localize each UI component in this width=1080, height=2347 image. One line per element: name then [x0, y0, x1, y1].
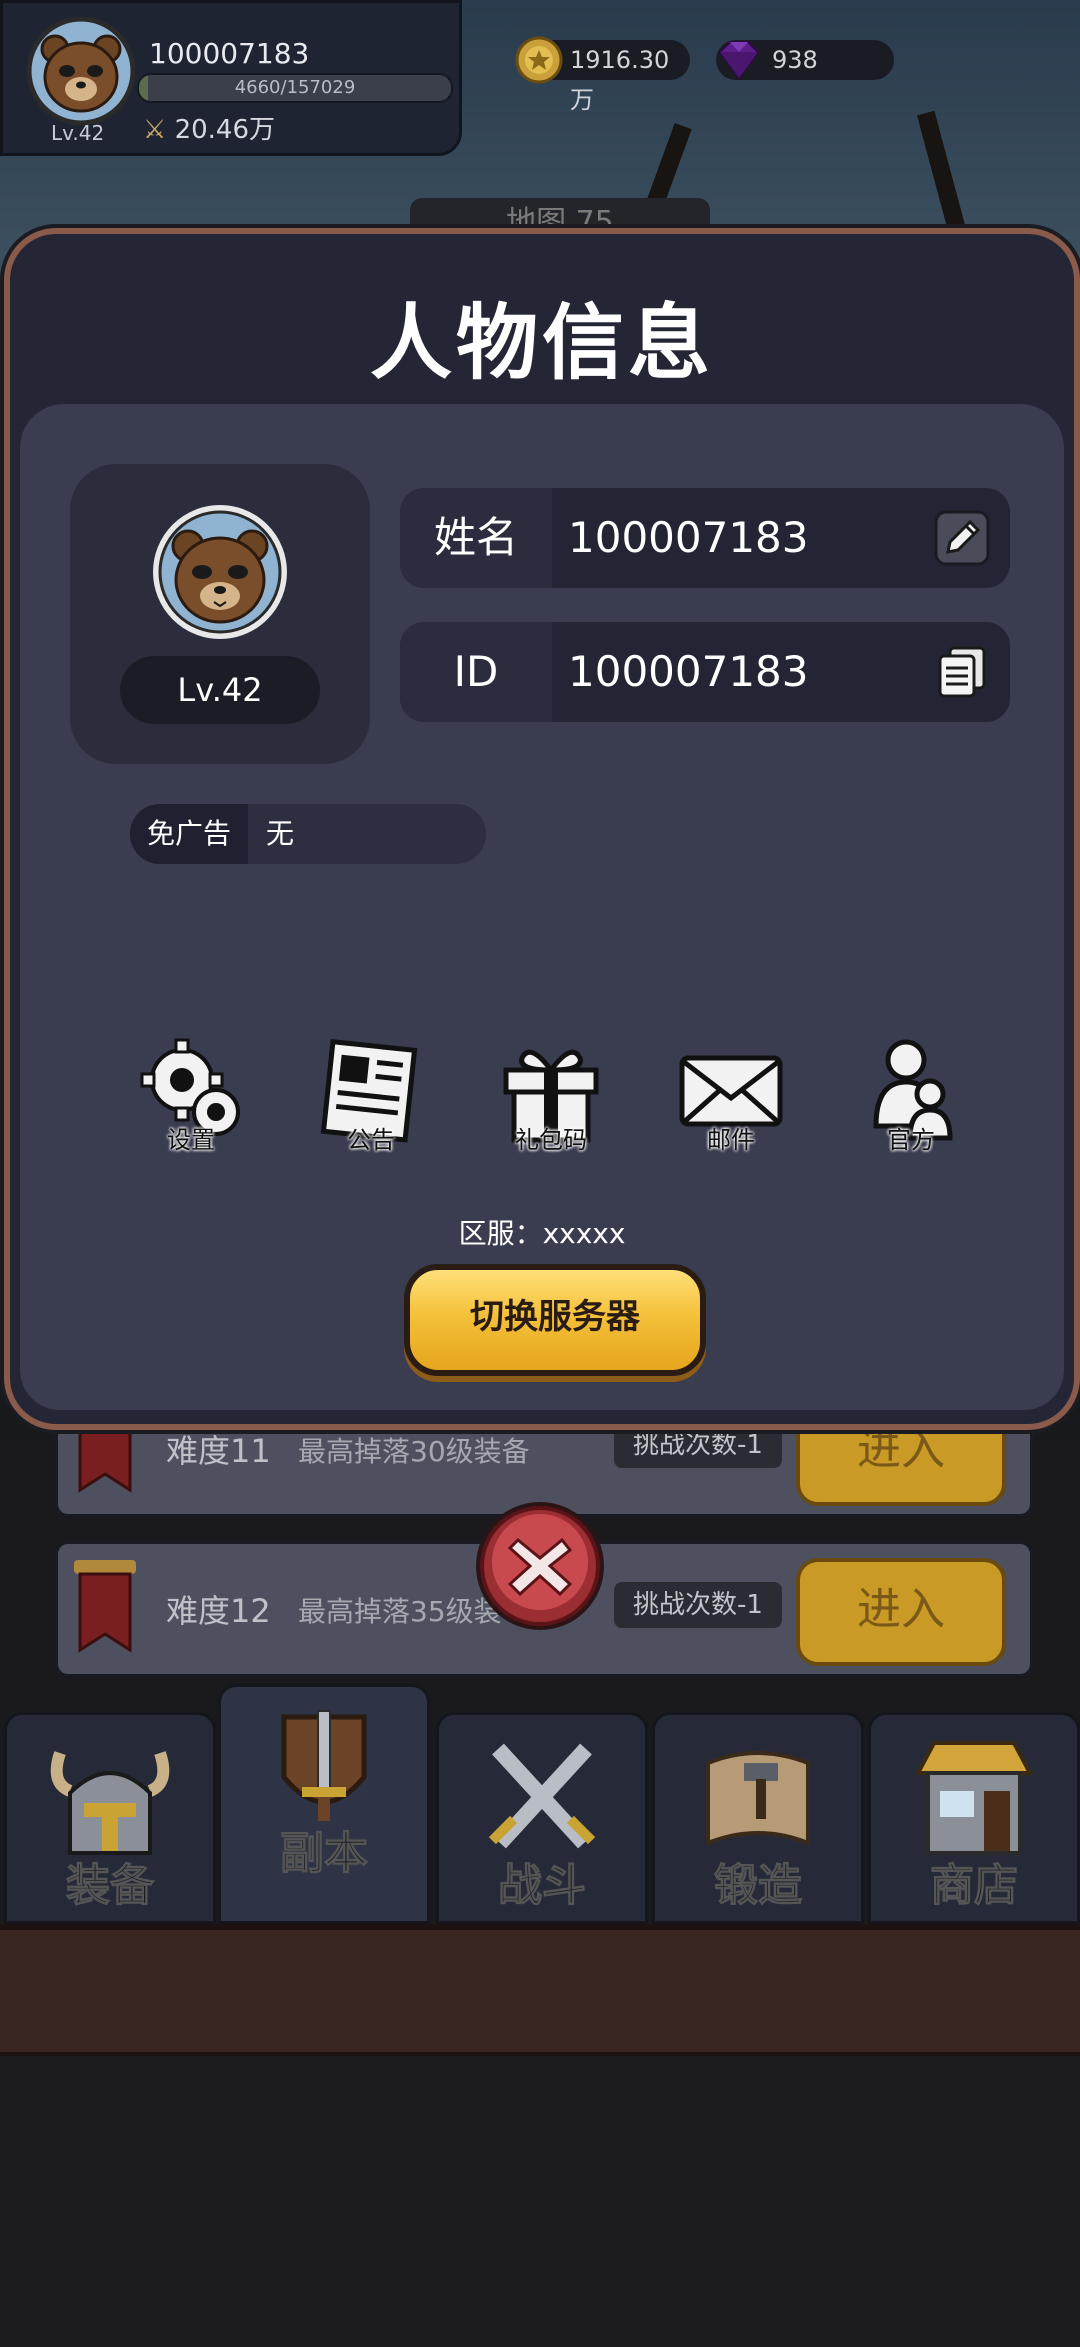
helmet-icon: [50, 1751, 170, 1855]
ground-strip: [0, 1924, 1080, 2062]
enter-button[interactable]: 进入: [796, 1558, 1006, 1666]
no-ads-status: 免广告 无: [130, 804, 486, 864]
player-hud[interactable]: Lv.42 100007183 4660/157029 ⚔ 20.46万: [0, 0, 462, 156]
name-field: 姓名 100007183: [400, 488, 1010, 588]
tab-label: 商店: [930, 1860, 1019, 1912]
tab-shop[interactable]: 商店: [868, 1712, 1080, 1924]
name-value: 100007183: [568, 513, 809, 562]
official-label: 官方: [887, 1126, 935, 1154]
dungeon-title: 难度11: [166, 1432, 271, 1470]
id-value: 100007183: [568, 647, 809, 696]
announcement-label: 公告: [347, 1126, 395, 1154]
xp-bar: 4660/157029: [137, 73, 453, 103]
tab-label: 战斗: [498, 1860, 587, 1912]
id-label: ID: [400, 622, 552, 722]
crossed-swords-small-icon: ⚔: [143, 115, 167, 145]
server-info: 区服：xxxxx: [458, 1217, 626, 1250]
bear-avatar-icon[interactable]: [25, 15, 137, 127]
mail-button[interactable]: 邮件: [666, 1036, 796, 1156]
level-badge: Lv.42: [120, 656, 320, 724]
name-label: 姓名: [400, 488, 552, 588]
switch-server-button[interactable]: 切换服务器: [404, 1264, 706, 1376]
player-level: Lv.42: [51, 121, 105, 145]
shop-icon: [914, 1741, 1034, 1855]
no-ads-value: 无: [266, 817, 295, 850]
gift-code-button[interactable]: 礼包码: [486, 1036, 616, 1156]
edit-pencil-icon[interactable]: [932, 508, 992, 568]
banner-icon: [74, 1560, 136, 1653]
settings-button[interactable]: 设置: [126, 1036, 256, 1156]
bottom-nav: 装备 副本 战斗 锻造 商店: [0, 1684, 1080, 1924]
tab-dungeon[interactable]: 副本: [218, 1684, 430, 1924]
gem-value: 938: [772, 46, 818, 74]
tab-label: 锻造: [714, 1860, 803, 1912]
bottom-area: [0, 2056, 1080, 2347]
tab-label: 副本: [280, 1828, 369, 1880]
tab-battle[interactable]: 战斗: [436, 1712, 648, 1924]
gold-coin-icon: [515, 36, 563, 84]
challenge-count: 挑战次数-1: [614, 1582, 782, 1628]
gold-counter[interactable]: 1916.30万: [515, 36, 690, 114]
modal-panel: Lv.42 姓名 100007183 ID 100007183 免广告 无 设置…: [20, 404, 1064, 1410]
announcement-button[interactable]: 公告: [306, 1036, 436, 1156]
tab-equipment[interactable]: 装备: [4, 1712, 216, 1924]
xp-text: 4660/157029: [234, 77, 356, 98]
close-icon[interactable]: [470, 1496, 610, 1636]
gift-code-label: 礼包码: [515, 1126, 587, 1154]
bear-avatar-icon[interactable]: [152, 504, 288, 640]
dungeon-desc: 最高掉落30级装备: [298, 1435, 530, 1468]
no-ads-label: 免广告: [130, 804, 248, 864]
character-info-modal: 人物信息 Lv.42 姓名 100007183 ID 100007183 免广告…: [4, 228, 1080, 1430]
settings-label: 设置: [167, 1126, 215, 1154]
combat-power: ⚔ 20.46万: [143, 109, 275, 146]
modal-title: 人物信息: [369, 296, 714, 391]
official-button[interactable]: 官方: [846, 1036, 976, 1156]
dungeon-title: 难度12: [166, 1592, 271, 1630]
gem-counter[interactable]: 938: [716, 40, 894, 80]
player-name: 100007183: [149, 37, 310, 70]
crossed-swords-icon: [488, 1743, 596, 1849]
combat-power-value: 20.46万: [174, 115, 276, 145]
tab-label: 装备: [66, 1860, 155, 1912]
purple-gem-icon: [718, 41, 760, 80]
id-field: ID 100007183: [400, 622, 1010, 722]
mail-label: 邮件: [707, 1126, 755, 1154]
avatar-card: Lv.42: [70, 464, 370, 764]
gold-value: 1916.30万: [570, 46, 670, 114]
tab-forge[interactable]: 锻造: [652, 1712, 864, 1924]
copy-icon[interactable]: [932, 642, 992, 702]
hammer-scroll-icon: [706, 1751, 810, 1846]
